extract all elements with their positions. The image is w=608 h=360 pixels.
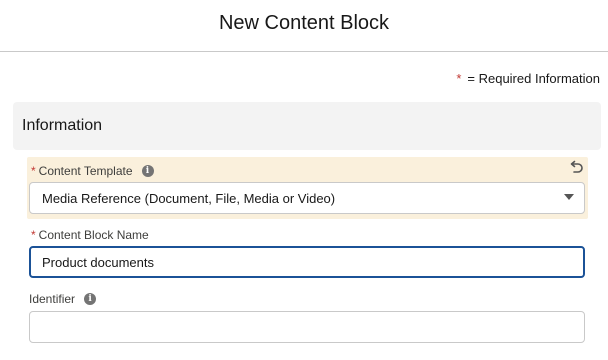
identifier-label-text: Identifier xyxy=(29,292,76,306)
modal-title: New Content Block xyxy=(218,12,390,34)
required-asterisk: * xyxy=(456,71,462,86)
chevron-down-icon xyxy=(564,194,574,200)
content-template-value: Media Reference (Document, File, Media o… xyxy=(42,190,336,206)
content-block-name-label-text: Content Block Name xyxy=(38,228,149,242)
section-header-information[interactable]: Information xyxy=(13,102,601,150)
modal-header: New Content Block xyxy=(0,0,608,52)
content-template-required-mark: * xyxy=(31,164,36,178)
content-template-label: * Content Template i xyxy=(31,164,154,178)
identifier-input[interactable] xyxy=(29,311,585,343)
content-template-combobox[interactable]: Media Reference (Document, File, Media o… xyxy=(29,182,585,214)
info-icon[interactable]: i xyxy=(84,293,97,305)
content-template-label-text: Content Template xyxy=(38,164,133,178)
section-title: Information xyxy=(22,117,103,134)
content-block-name-label: * Content Block Name xyxy=(31,228,149,242)
required-legend-text: = Required Information xyxy=(467,71,600,86)
required-legend: * = Required Information xyxy=(456,71,600,86)
content-block-name-input[interactable] xyxy=(29,246,585,278)
info-icon[interactable]: i xyxy=(141,165,154,177)
content-block-name-required-mark: * xyxy=(31,228,36,242)
undo-icon[interactable] xyxy=(568,160,584,176)
identifier-label: Identifier i xyxy=(29,292,97,306)
